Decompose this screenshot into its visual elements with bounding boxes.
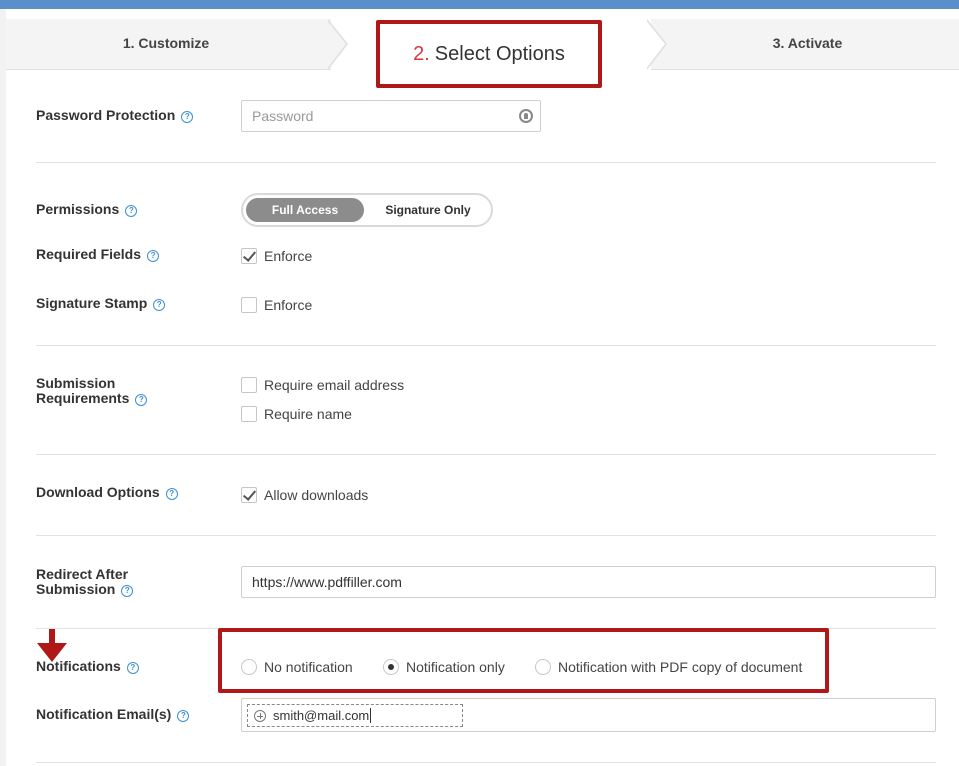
redirect-label-line2: Submission <box>36 581 116 597</box>
download-options-label: Download Options? <box>36 485 178 500</box>
checkbox-unchecked-icon[interactable] <box>241 377 257 393</box>
password-placeholder: Password <box>252 108 314 124</box>
checkbox-checked-icon[interactable] <box>241 248 257 264</box>
checkbox-checked-icon[interactable] <box>241 487 257 503</box>
notifications-label: Notifications? <box>36 659 139 674</box>
require-name-checkbox[interactable]: Require name <box>241 406 352 422</box>
help-icon[interactable]: ? <box>126 662 139 674</box>
download-options-label-text: Download Options <box>36 484 160 500</box>
signature-stamp-enforce-checkbox[interactable]: Enforce <box>241 297 312 313</box>
checkbox-label: Require email address <box>264 377 405 393</box>
add-email-icon[interactable] <box>254 709 266 722</box>
submission-requirements-label-line1: Submission <box>36 375 116 391</box>
permissions-label-text: Permissions <box>36 201 120 217</box>
submission-requirements-label-line2: Requirements <box>36 390 130 406</box>
help-icon[interactable]: ? <box>165 488 178 500</box>
email-tag-text: smith@mail.com <box>273 708 370 723</box>
allow-downloads-checkbox[interactable]: Allow downloads <box>241 487 368 503</box>
checkbox-label: Enforce <box>264 297 313 313</box>
notifications-label-text: Notifications <box>36 658 121 674</box>
full-access-button[interactable]: Full Access <box>246 198 364 222</box>
radio-unselected-icon[interactable] <box>535 659 551 675</box>
section-divider <box>36 162 936 163</box>
checkbox-label: Require name <box>264 406 352 422</box>
redirect-url-input[interactable]: https://www.pdffiller.com <box>241 566 936 598</box>
help-icon[interactable]: ? <box>177 710 190 722</box>
step-number: 2. <box>413 42 430 65</box>
help-icon[interactable]: ? <box>181 111 194 123</box>
redirect-label-line1: Redirect After <box>36 566 129 582</box>
notification-emails-label-text: Notification Email(s) <box>36 706 172 722</box>
page-left-edge <box>0 9 6 766</box>
step-select-options-label: Select Options <box>434 42 565 65</box>
section-divider <box>36 535 936 536</box>
password-visibility-icon[interactable] <box>519 109 533 123</box>
notification-emails-label: Notification Email(s)? <box>36 706 190 722</box>
checkbox-label: Allow downloads <box>264 487 369 503</box>
signature-stamp-label-text: Signature Stamp <box>36 295 148 311</box>
help-icon[interactable]: ? <box>121 585 134 597</box>
help-icon[interactable]: ? <box>147 250 160 262</box>
permissions-label: Permissions? <box>36 201 138 217</box>
permissions-toggle: Full Access Signature Only <box>241 193 493 227</box>
signature-only-button[interactable]: Signature Only <box>367 198 489 222</box>
required-fields-label: Required Fields? <box>36 246 160 262</box>
checkbox-label: Enforce <box>264 248 313 264</box>
help-icon[interactable]: ? <box>135 394 148 406</box>
signature-stamp-label: Signature Stamp? <box>36 295 166 311</box>
section-divider <box>36 762 936 763</box>
step-customize[interactable]: 1. Customize <box>6 19 326 70</box>
radio-label: Notification with PDF copy of document <box>558 659 803 675</box>
no-notification-radio[interactable]: No notification <box>241 659 353 675</box>
email-tag[interactable]: smith@mail.com <box>247 704 463 727</box>
step-chevron <box>326 19 346 70</box>
text-cursor <box>370 708 372 723</box>
notification-only-radio[interactable]: Notification only <box>383 659 505 675</box>
required-fields-enforce-checkbox[interactable]: Enforce <box>241 248 312 264</box>
help-icon[interactable]: ? <box>125 205 138 217</box>
submission-requirements-label: Submission Requirements? <box>36 375 148 406</box>
checkbox-unchecked-icon[interactable] <box>241 406 257 422</box>
radio-unselected-icon[interactable] <box>241 659 257 675</box>
required-fields-label-text: Required Fields <box>36 246 142 262</box>
radio-label: Notification only <box>406 659 505 675</box>
section-divider <box>36 345 936 346</box>
redirect-label: Redirect After Submission? <box>36 566 134 597</box>
password-protection-label-text: Password Protection <box>36 107 176 123</box>
step-select-options[interactable]: 2. Select Options <box>376 20 602 88</box>
notification-emails-input[interactable]: smith@mail.com <box>241 698 936 732</box>
top-accent-bar <box>0 0 959 9</box>
checkbox-unchecked-icon[interactable] <box>241 297 257 313</box>
radio-label: No notification <box>264 659 353 675</box>
redirect-url-value: https://www.pdffiller.com <box>252 574 402 590</box>
password-protection-label: Password Protection? <box>36 107 194 123</box>
password-input[interactable]: Password <box>241 100 541 132</box>
help-icon[interactable]: ? <box>153 299 166 311</box>
section-divider <box>36 454 936 455</box>
notification-with-pdf-radio[interactable]: Notification with PDF copy of document <box>535 659 802 675</box>
require-email-checkbox[interactable]: Require email address <box>241 377 404 393</box>
radio-selected-icon[interactable] <box>383 659 399 675</box>
step-activate[interactable]: 3. Activate <box>656 19 959 70</box>
